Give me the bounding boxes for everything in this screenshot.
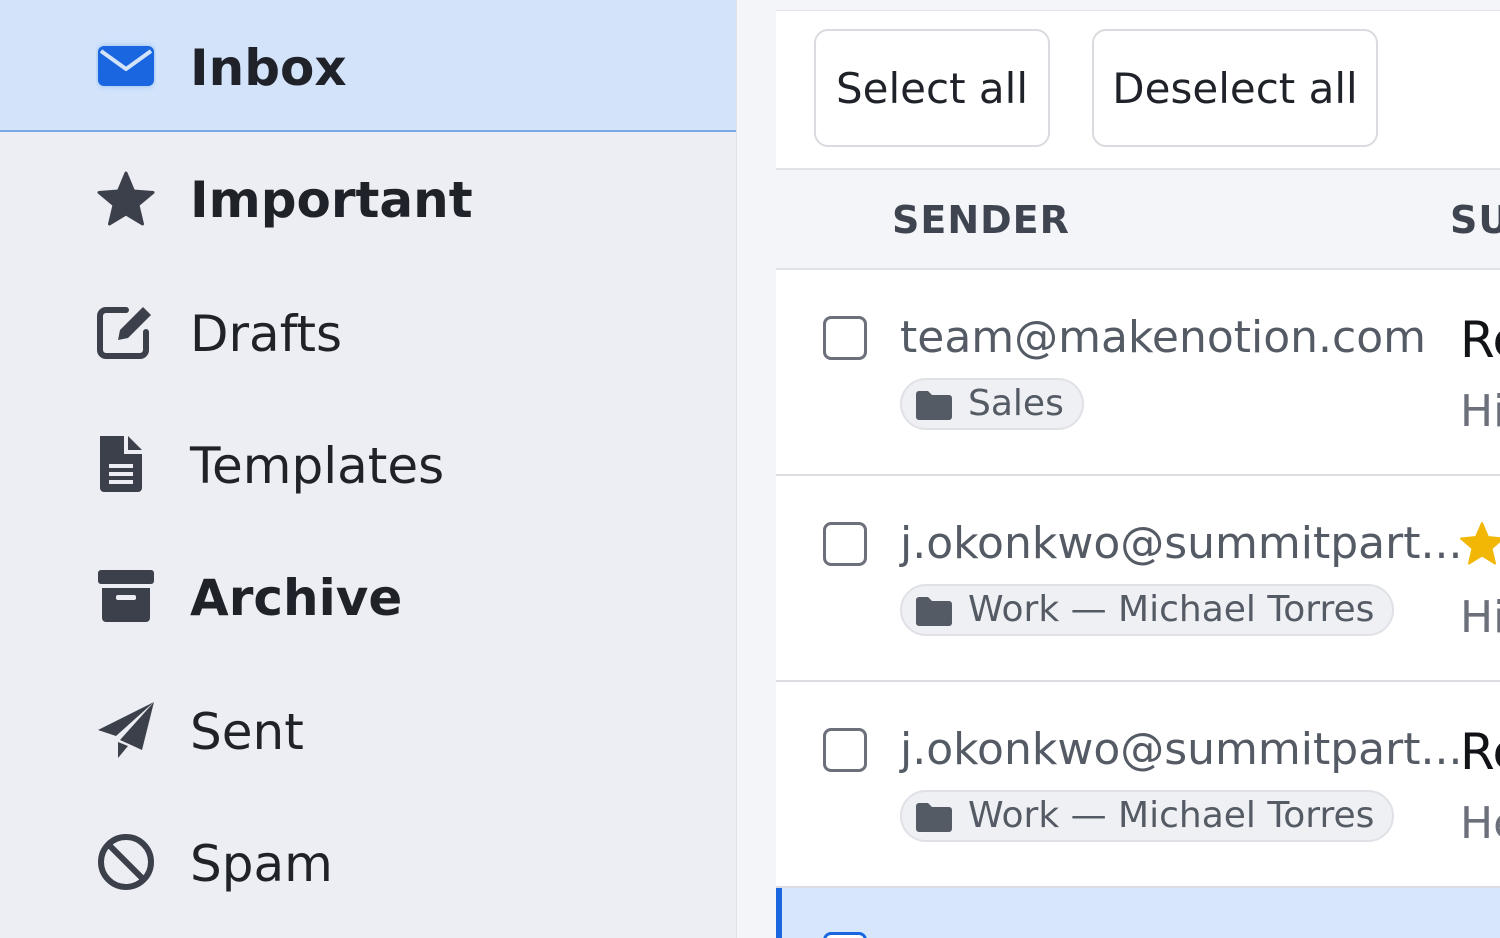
row-sender: j.okonkwo@summitpart... — [900, 518, 1463, 569]
sidebar-item-label: Important — [190, 171, 473, 229]
sidebar-item-drafts[interactable]: Drafts — [0, 264, 736, 396]
folder-tag-label: Work — Michael Torres — [968, 795, 1375, 836]
sidebar-item-important[interactable]: Important — [0, 132, 736, 264]
sidebar-item-archive[interactable]: Archive — [0, 528, 736, 660]
table-row[interactable]: team@makenotion.com Sales Re Hi — [776, 270, 1500, 476]
row-preview: He — [1460, 798, 1500, 849]
message-list-pane: Select all Deselect all SENDER SU team@m… — [776, 0, 1500, 938]
folder-tag[interactable]: Work — Michael Torres — [900, 584, 1395, 636]
folder-tag-label: Sales — [968, 383, 1064, 424]
column-header-row: SENDER SU — [776, 170, 1500, 270]
row-preview: Hi — [1460, 386, 1500, 437]
row-subject: Re — [1460, 311, 1500, 369]
sidebar-item-sent[interactable]: Sent — [0, 660, 736, 792]
sidebar-item-label: Sent — [190, 703, 304, 761]
table-row-selected[interactable] — [776, 888, 1500, 938]
folder-tag-label: Work — Michael Torres — [968, 589, 1375, 630]
column-header-sender[interactable]: SENDER — [892, 170, 1070, 270]
folder-tag[interactable]: Sales — [900, 378, 1084, 430]
row-subject: Re — [1460, 723, 1500, 781]
sidebar-item-inbox[interactable]: Inbox — [0, 0, 736, 132]
row-checkbox[interactable] — [823, 728, 867, 772]
column-header-subject[interactable]: SU — [1450, 170, 1500, 270]
row-checkbox[interactable] — [823, 522, 867, 566]
sidebar-item-templates[interactable]: Templates — [0, 396, 736, 528]
row-sender: j.okonkwo@summitpart... — [900, 724, 1463, 775]
row-preview: Hi — [1460, 592, 1500, 643]
row-sender: team@makenotion.com — [900, 312, 1427, 363]
sidebar-item-label: Inbox — [190, 39, 347, 97]
ban-icon — [96, 832, 156, 892]
folder-icon — [916, 803, 952, 832]
document-icon — [96, 434, 156, 494]
pane-divider — [736, 0, 776, 938]
folder-icon — [916, 597, 952, 626]
pane-top-border — [776, 0, 1500, 11]
sidebar: Inbox Important Drafts Templates Archive… — [0, 0, 736, 938]
archive-icon — [96, 566, 156, 626]
sidebar-item-label: Drafts — [190, 305, 343, 363]
row-checkbox[interactable] — [823, 932, 867, 938]
sidebar-item-spam[interactable]: Spam — [0, 792, 736, 924]
paper-plane-icon — [96, 700, 156, 760]
sidebar-item-label: Spam — [190, 835, 333, 893]
envelope-icon — [96, 36, 156, 96]
row-checkbox[interactable] — [823, 316, 867, 360]
folder-tag[interactable]: Work — Michael Torres — [900, 790, 1395, 842]
sidebar-item-label: Archive — [190, 569, 403, 627]
select-all-button[interactable]: Select all — [814, 29, 1050, 147]
folder-icon — [916, 391, 952, 420]
table-row[interactable]: j.okonkwo@summitpart... Work — Michael T… — [776, 682, 1500, 888]
mail-app: Inbox Important Drafts Templates Archive… — [0, 0, 1500, 938]
deselect-all-button[interactable]: Deselect all — [1092, 29, 1378, 147]
edit-icon — [96, 300, 156, 360]
starred-icon[interactable] — [1458, 520, 1500, 568]
star-icon — [96, 170, 156, 230]
sidebar-item-label: Templates — [190, 437, 445, 495]
table-row[interactable]: j.okonkwo@summitpart... Work — Michael T… — [776, 476, 1500, 682]
